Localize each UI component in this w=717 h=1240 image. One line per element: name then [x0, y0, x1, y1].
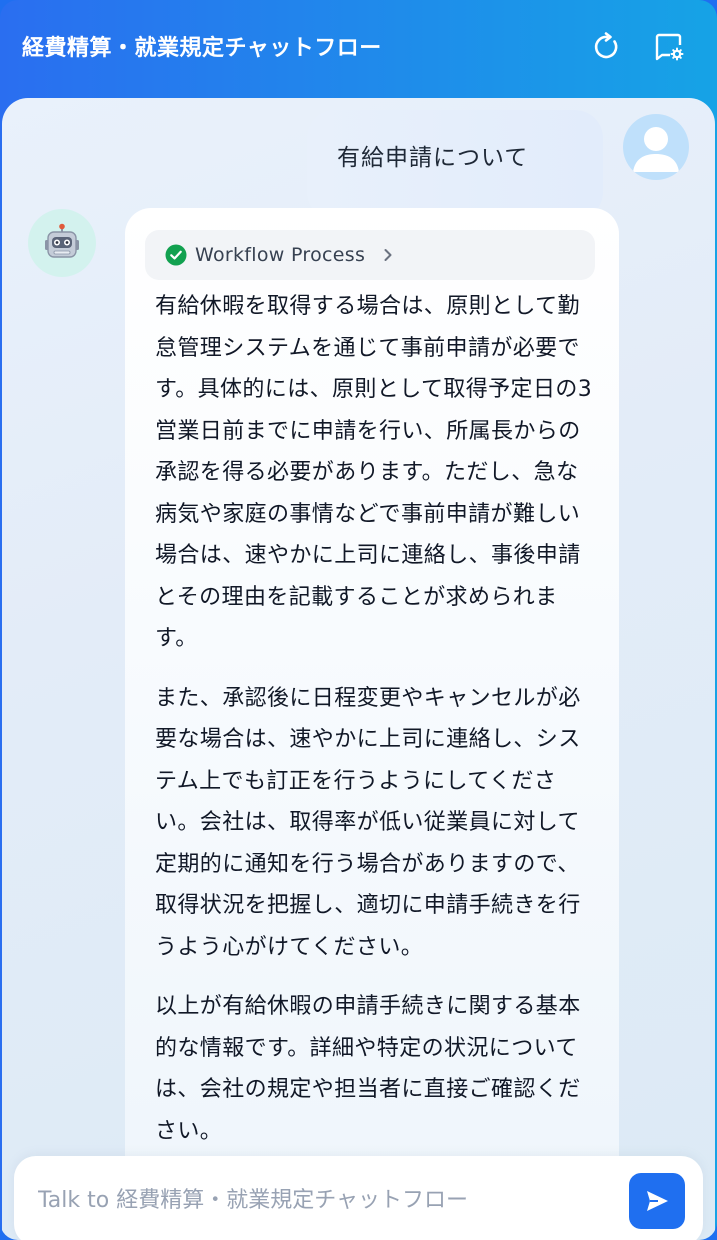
workflow-process-label: Workflow Process: [195, 244, 366, 266]
user-icon: [633, 127, 679, 172]
user-message: 有給申請について: [2, 110, 715, 220]
send-button[interactable]: [629, 1173, 685, 1229]
robot-icon: [45, 223, 79, 258]
chevron-right-icon: [384, 249, 392, 261]
user-message-bubble: 有給申請について: [307, 110, 603, 220]
refresh-icon: [594, 32, 618, 59]
workflow-process-toggle[interactable]: Workflow Process: [145, 230, 595, 280]
check-circle-icon: [165, 244, 187, 266]
user-avatar: [623, 114, 689, 180]
page-title: 経費精算・就業規定チャットフロー: [22, 36, 382, 61]
bot-answer: 有給休暇を取得する場合は、原則として勤怠管理システムを通じて事前申請が必要です。…: [155, 286, 597, 1152]
header: 経費精算・就業規定チャットフロー: [0, 0, 717, 100]
refresh-button[interactable]: [590, 30, 624, 64]
answer-paragraph: 以上が有給休暇の申請手続きに関する基本的な情報です。詳細や特定の状況については、…: [155, 994, 581, 1144]
chat-input[interactable]: [38, 1180, 618, 1220]
app-window: 経費精算・就業規定チャットフロー 有給申請について Workflow Proce…: [0, 0, 717, 1240]
chat-settings-button[interactable]: [652, 30, 686, 64]
bot-message-bubble: Workflow Process 有給休暇を取得する場合は、原則として勤怠管理シ…: [125, 208, 619, 1240]
answer-paragraph: また、承認後に日程変更やキャンセルが必要な場合は、速やかに上司に連絡し、システム…: [155, 685, 581, 960]
chat-settings-icon: [655, 33, 684, 61]
answer-paragraph: 有給休暇を取得する場合は、原則として勤怠管理システムを通じて事前申請が必要です。…: [155, 294, 593, 651]
bot-avatar: [28, 209, 96, 277]
user-message-text: 有給申請について: [337, 145, 529, 171]
chat-panel[interactable]: 有給申請について Workflow Process 有給休暇を取得する場合は、原…: [2, 98, 715, 1240]
chat-input-bar: [14, 1156, 703, 1240]
send-icon: [647, 1191, 668, 1211]
